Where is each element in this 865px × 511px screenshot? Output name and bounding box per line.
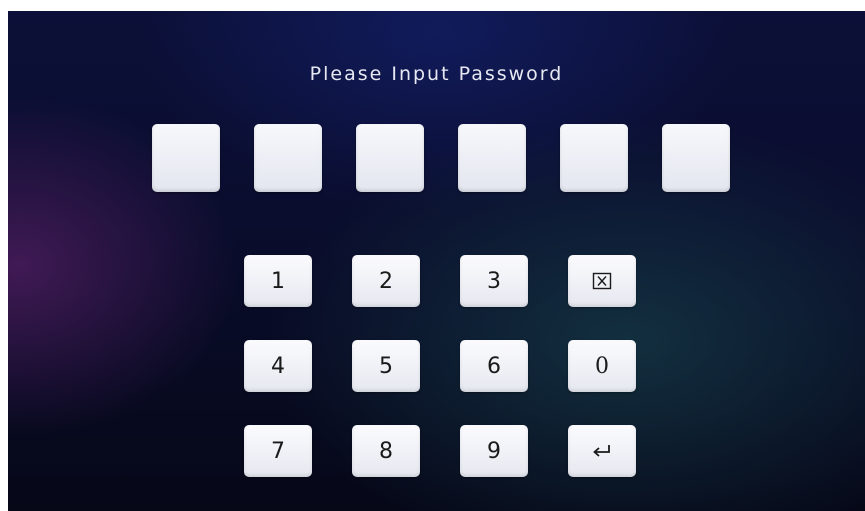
password-slot-3: [356, 124, 424, 192]
clear-box-icon: [592, 272, 612, 290]
password-slot-5: [560, 124, 628, 192]
key-5[interactable]: 5: [352, 340, 420, 392]
key-2[interactable]: 2: [352, 255, 420, 307]
password-slot-6: [662, 124, 730, 192]
key-4[interactable]: 4: [244, 340, 312, 392]
key-3[interactable]: 3: [460, 255, 528, 307]
clear-button[interactable]: [568, 255, 636, 307]
password-slots: [152, 124, 730, 192]
key-8[interactable]: 8: [352, 425, 420, 477]
key-0[interactable]: 0: [568, 340, 636, 392]
key-1[interactable]: 1: [244, 255, 312, 307]
password-screen: Please Input Password 1 2 3 4 5 6 0 7 8 …: [8, 11, 865, 511]
key-0-label: 0: [595, 353, 609, 379]
page-title: Please Input Password: [309, 63, 564, 85]
key-9[interactable]: 9: [460, 425, 528, 477]
enter-return-icon: [591, 443, 613, 459]
enter-button[interactable]: [568, 425, 636, 477]
numeric-keypad: 1 2 3 4 5 6 0 7 8 9: [244, 255, 636, 477]
password-slot-1: [152, 124, 220, 192]
password-slot-2: [254, 124, 322, 192]
password-slot-4: [458, 124, 526, 192]
key-6[interactable]: 6: [460, 340, 528, 392]
key-7[interactable]: 7: [244, 425, 312, 477]
